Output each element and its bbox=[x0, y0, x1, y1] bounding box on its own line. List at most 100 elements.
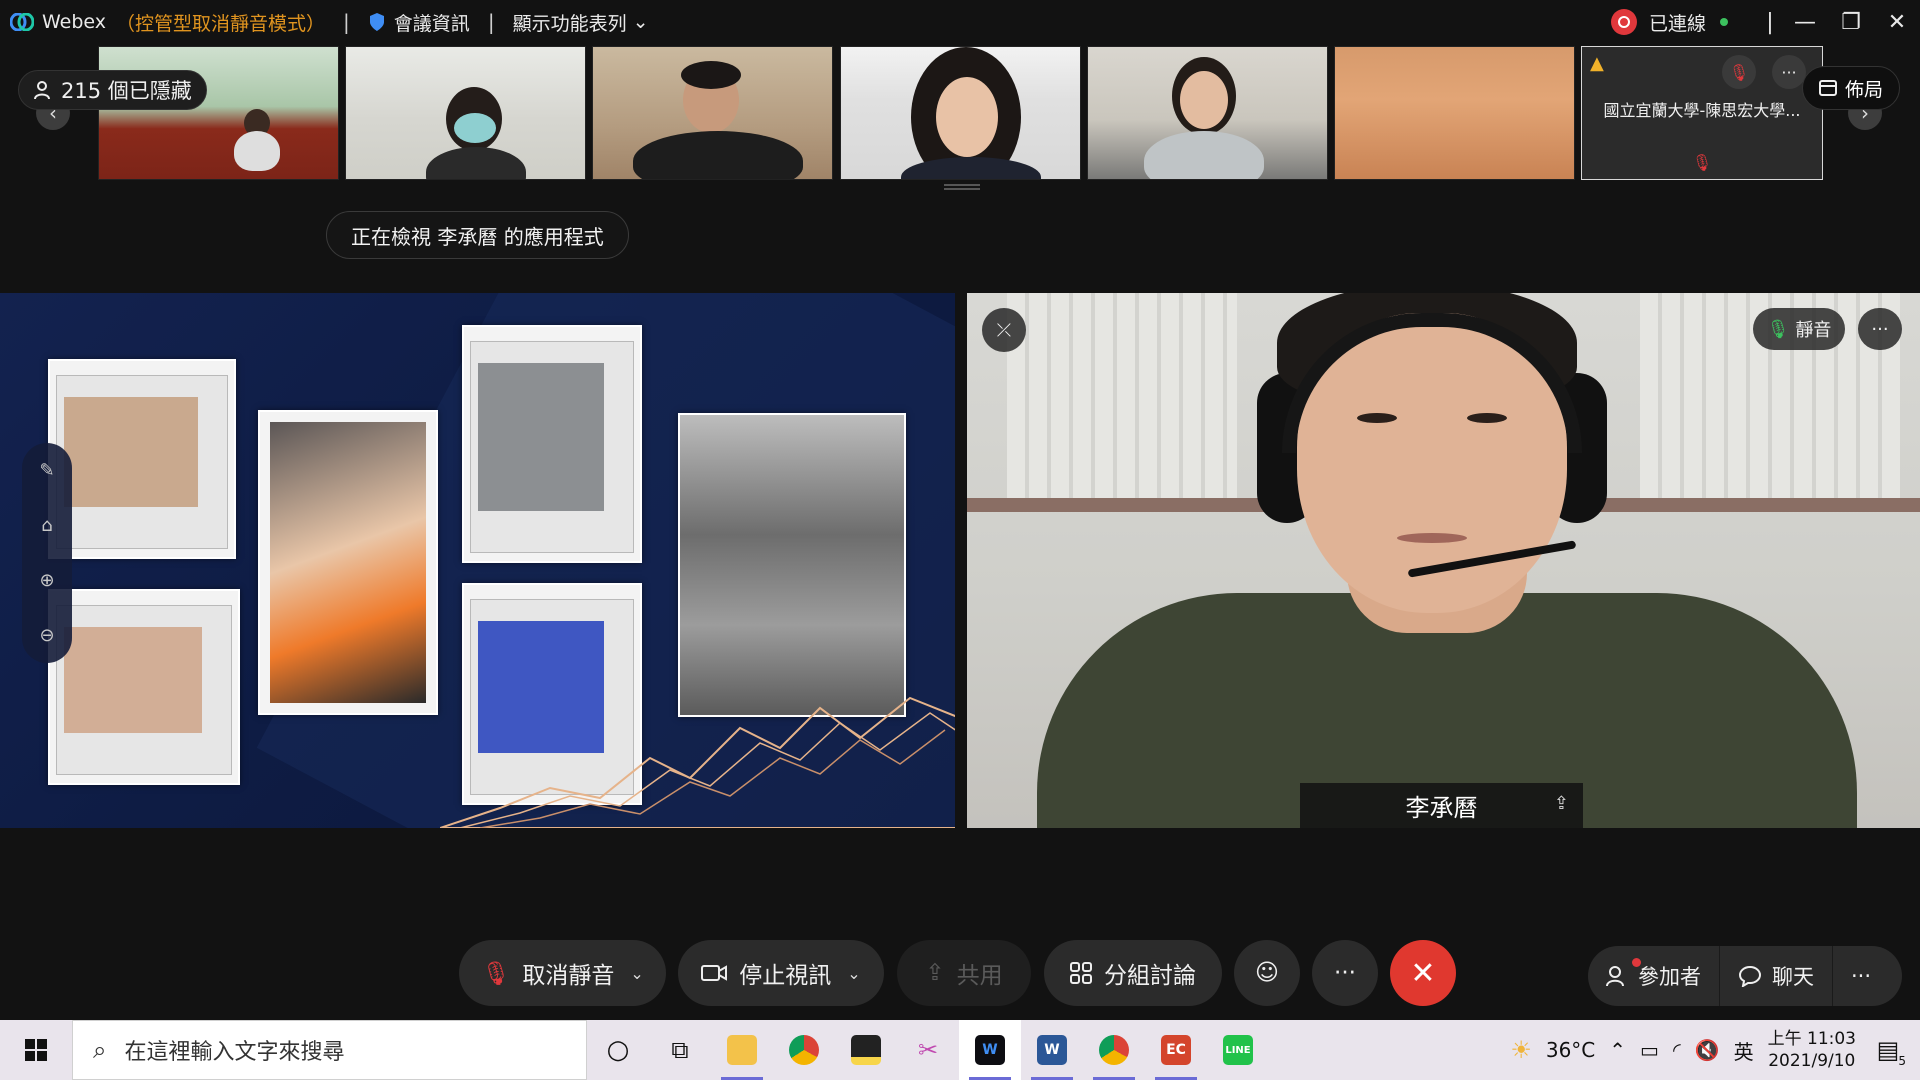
stop-video-label: 停止視訊 bbox=[739, 963, 832, 989]
notification-count: 5 bbox=[1898, 1054, 1906, 1068]
active-speaker-video[interactable]: ⤫ 🎙 靜音 ··· 李承曆 ⇪ bbox=[967, 293, 1920, 828]
participants-label: 參加者 bbox=[1638, 965, 1701, 989]
participant-video-tile[interactable] bbox=[1334, 46, 1575, 180]
clock[interactable]: 上午 11:03 2021/9/10 bbox=[1768, 1028, 1856, 1072]
muted-mic-icon: 🎙 bbox=[1691, 153, 1713, 172]
close-window-button[interactable]: ✕ bbox=[1874, 0, 1920, 44]
more-options-button[interactable]: ··· bbox=[1772, 55, 1806, 89]
connection-dot-icon bbox=[1720, 18, 1728, 26]
taskbar-search-box[interactable]: ⌕ 在這裡輸入文字來搜尋 bbox=[72, 1020, 587, 1080]
zoom-out-icon[interactable]: ⊖ bbox=[39, 625, 54, 646]
video-camera-icon bbox=[701, 965, 728, 981]
share-icon: ⇪ bbox=[925, 960, 945, 986]
separator: | bbox=[343, 10, 350, 34]
panel-more-button[interactable]: ··· bbox=[1833, 946, 1889, 1006]
minimize-button[interactable]: — bbox=[1782, 0, 1828, 44]
pen-icon[interactable]: ✎ bbox=[39, 460, 54, 481]
webex-icon: W bbox=[975, 1035, 1005, 1065]
more-button[interactable]: ··· bbox=[1312, 940, 1378, 1006]
more-icon: ··· bbox=[1334, 960, 1356, 986]
taskbar-app-sticky[interactable] bbox=[835, 1020, 897, 1080]
clock-time: 上午 11:03 bbox=[1767, 1029, 1856, 1049]
meeting-info-button[interactable]: 會議資訊 bbox=[368, 9, 470, 36]
participant-tile-audio-only[interactable]: ▲ 🎙 ··· 國立宜蘭大學-陳思宏大學... 🎙 bbox=[1581, 46, 1823, 180]
wifi-icon[interactable]: ◜ bbox=[1673, 1038, 1681, 1062]
restore-button[interactable]: ❐ bbox=[1828, 0, 1874, 44]
app-title: Webex bbox=[42, 11, 107, 33]
mute-mode-label: （控管型取消靜音模式） bbox=[116, 12, 326, 35]
show-menu-bar-button[interactable]: 顯示功能表列 ⌄ bbox=[513, 9, 649, 36]
zoom-in-icon[interactable]: ⊕ bbox=[39, 570, 54, 591]
breakout-button[interactable]: 分組討論 bbox=[1044, 940, 1222, 1006]
task-view-button[interactable]: ⧉ bbox=[649, 1020, 711, 1080]
sticky-notes-icon bbox=[851, 1035, 881, 1065]
windows-logo-icon bbox=[25, 1039, 47, 1061]
shared-content-view[interactable]: ✎ ⌂ ⊕ ⊖ bbox=[0, 293, 955, 828]
more-options-button[interactable]: ··· bbox=[1858, 308, 1902, 350]
viewing-app-banner: 正在檢視 李承曆 的應用程式 bbox=[326, 211, 629, 259]
participant-filmstrip: 215 個已隱藏 ‹ ▲ 🎙 ··· 國立宜蘭大學-陳思宏大學... 🎙 佈局 … bbox=[0, 44, 1920, 190]
mute-participant-button[interactable]: 🎙 靜音 bbox=[1753, 308, 1845, 350]
notification-center-button[interactable]: ▤ 5 bbox=[1870, 1032, 1906, 1068]
chrome-icon bbox=[1099, 1035, 1129, 1065]
taskbar-app-explorer[interactable] bbox=[711, 1020, 773, 1080]
title-bar: Webex （控管型取消靜音模式） | 會議資訊 | 顯示功能表列 ⌄ 已連線 … bbox=[0, 0, 1920, 44]
layout-button[interactable]: 佈局 bbox=[1802, 66, 1901, 110]
system-tray: ☀ 36°C ⌃ ▭ ◜ 🔇 英 上午 11:03 2021/9/10 ▤ 5 bbox=[1510, 1020, 1920, 1080]
word-icon: W bbox=[1037, 1035, 1067, 1065]
unmute-button[interactable]: 🎙 取消靜音 ⌄ bbox=[459, 940, 666, 1006]
search-placeholder: 在這裡輸入文字來搜尋 bbox=[124, 1040, 345, 1065]
pin-off-button[interactable]: ⤫ bbox=[982, 308, 1026, 352]
start-button[interactable] bbox=[0, 1020, 72, 1080]
hidden-participants-badge[interactable]: 215 個已隱藏 bbox=[18, 70, 207, 110]
chrome-icon bbox=[789, 1035, 819, 1065]
taskbar-app-chrome[interactable] bbox=[773, 1020, 835, 1080]
sharing-icon: ⇪ bbox=[1553, 793, 1569, 814]
participant-video-tile[interactable] bbox=[98, 46, 339, 180]
folder-icon bbox=[727, 1035, 757, 1065]
shared-photo bbox=[48, 589, 240, 785]
taskbar-app-chrome-2[interactable] bbox=[1083, 1020, 1145, 1080]
more-icon: ··· bbox=[1851, 964, 1872, 988]
shared-photo bbox=[48, 359, 236, 559]
end-meeting-button[interactable]: ✕ bbox=[1390, 940, 1456, 1006]
taskbar-app-ec[interactable]: EC bbox=[1145, 1020, 1207, 1080]
clock-date: 2021/9/10 bbox=[1768, 1051, 1856, 1071]
smiley-icon: ☺ bbox=[1255, 960, 1279, 986]
speaker-name-plate: 李承曆 ⇪ bbox=[1300, 783, 1583, 828]
ime-indicator[interactable]: 英 bbox=[1734, 1036, 1754, 1065]
connection-status: 已連線 bbox=[1648, 12, 1706, 35]
layout-icon bbox=[1819, 80, 1837, 96]
taskbar-app-webex[interactable]: W bbox=[959, 1020, 1021, 1080]
muted-mic-icon: 🎙 bbox=[481, 960, 511, 987]
taskbar-app-word[interactable]: W bbox=[1021, 1020, 1083, 1080]
battery-icon[interactable]: ▭ bbox=[1640, 1038, 1659, 1062]
participants-button[interactable]: 參加者 bbox=[1588, 946, 1720, 1006]
taskbar-app-line[interactable]: LINE bbox=[1207, 1020, 1269, 1080]
participant-video-tile[interactable] bbox=[840, 46, 1081, 180]
share-button[interactable]: ⇪ 共用 bbox=[897, 940, 1031, 1006]
recording-icon[interactable] bbox=[1610, 9, 1637, 35]
weather-temp[interactable]: 36°C bbox=[1546, 1038, 1595, 1062]
cortana-button[interactable]: ○ bbox=[587, 1020, 649, 1080]
layout-label: 佈局 bbox=[1845, 78, 1884, 101]
weather-icon[interactable]: ☀ bbox=[1510, 1036, 1532, 1064]
close-icon: ✕ bbox=[1410, 955, 1436, 991]
participant-video-tile[interactable] bbox=[345, 46, 586, 180]
muted-mic-icon[interactable]: 🎙 bbox=[1722, 55, 1756, 89]
resize-handle[interactable] bbox=[944, 184, 980, 190]
remote-control-icon[interactable]: ⌂ bbox=[41, 515, 52, 536]
chevron-down-icon[interactable]: ⌄ bbox=[847, 964, 860, 983]
participant-video-tile[interactable] bbox=[1087, 46, 1328, 180]
participant-name: 國立宜蘭大學-陳思宏大學... bbox=[1603, 101, 1801, 120]
stop-video-button[interactable]: 停止視訊 ⌄ bbox=[678, 940, 884, 1006]
participant-video-tile[interactable] bbox=[592, 46, 833, 180]
speaker-muted-icon[interactable]: 🔇 bbox=[1695, 1038, 1720, 1062]
taskbar-app-snip[interactable]: ✂ bbox=[897, 1020, 959, 1080]
chat-button[interactable]: 聊天 bbox=[1720, 946, 1833, 1006]
chevron-up-icon[interactable]: ⌃ bbox=[1609, 1038, 1626, 1062]
reactions-button[interactable]: ☺ bbox=[1234, 940, 1300, 1006]
line-icon: LINE bbox=[1223, 1035, 1253, 1065]
notification-dot bbox=[1632, 958, 1641, 967]
chevron-down-icon[interactable]: ⌄ bbox=[630, 964, 643, 983]
